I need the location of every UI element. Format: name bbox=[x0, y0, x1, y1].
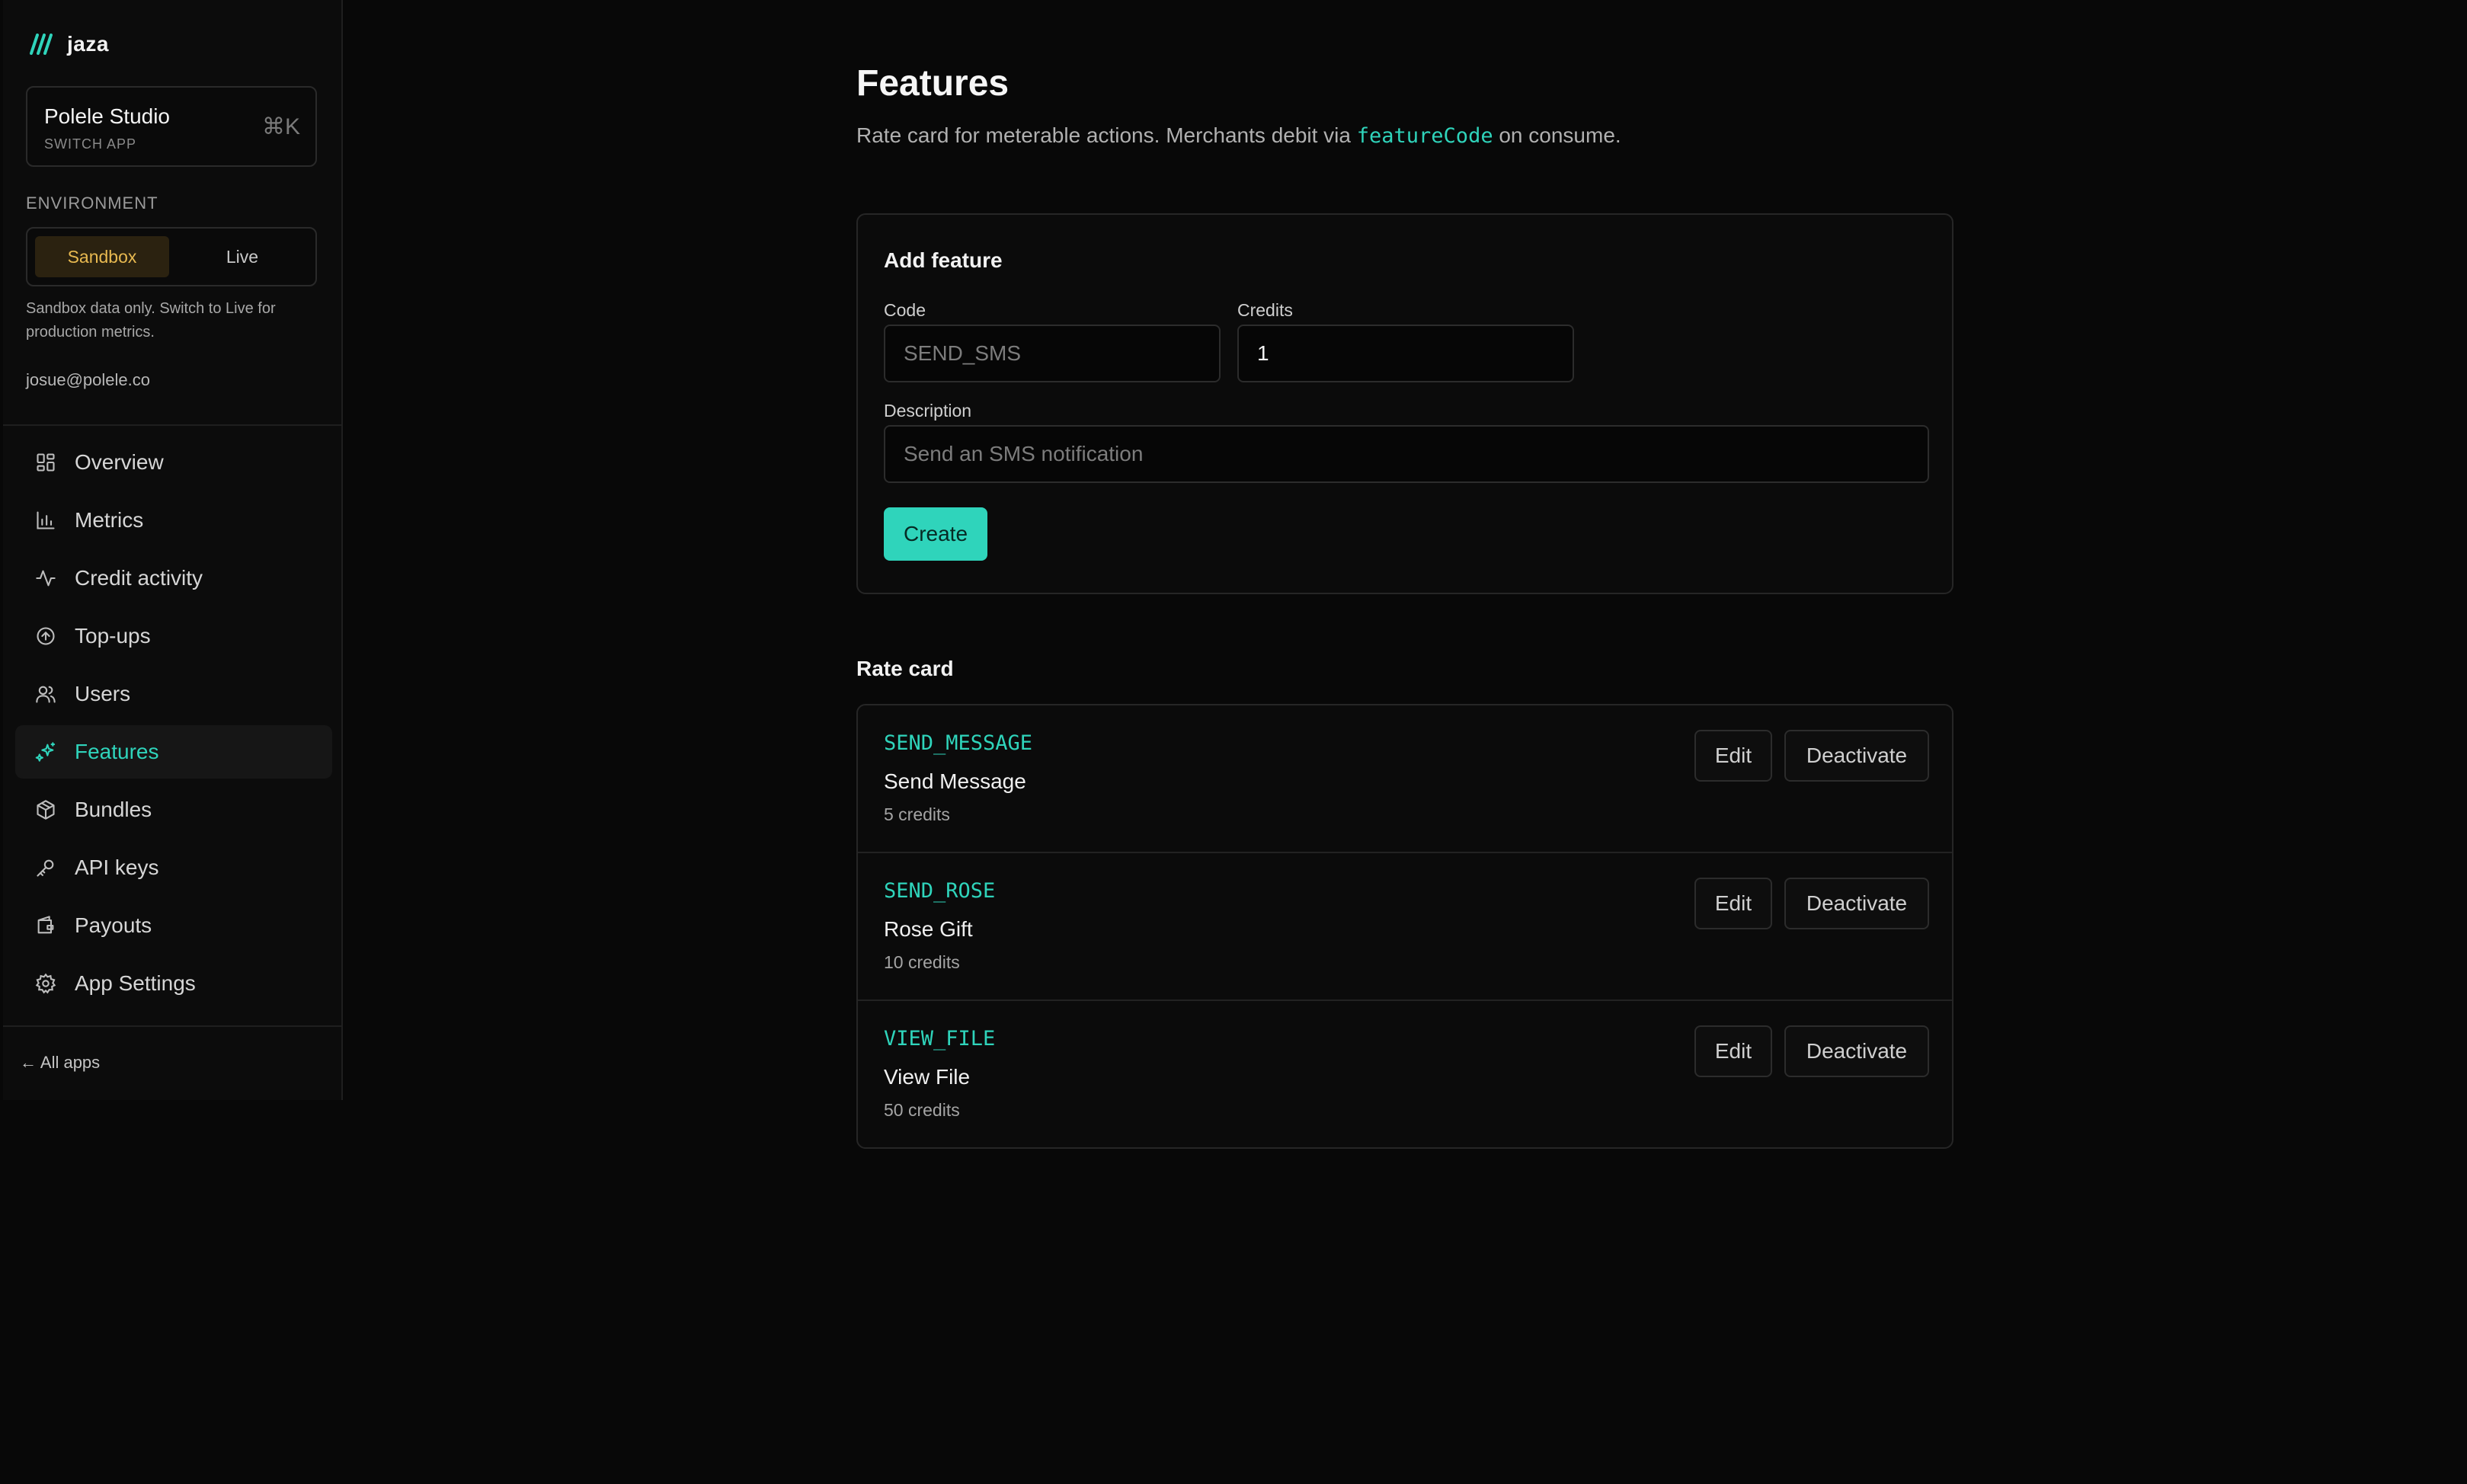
credits-label: Credits bbox=[1237, 300, 1293, 320]
sidebar-item-app-settings[interactable]: App Settings bbox=[15, 957, 332, 1010]
sidebar-item-overview[interactable]: Overview bbox=[15, 436, 332, 489]
sidebar-divider bbox=[3, 1025, 343, 1027]
feature-credits: 50 credits bbox=[884, 1100, 960, 1120]
package-icon bbox=[34, 798, 58, 822]
sidebar-nav: Overview Metrics Credit activity Top-ups… bbox=[15, 436, 332, 1015]
sparkles-icon bbox=[34, 740, 58, 764]
sidebar-item-label: Credit activity bbox=[75, 566, 203, 590]
sidebar-item-label: Payouts bbox=[75, 913, 152, 937]
add-feature-title: Add feature bbox=[884, 248, 1003, 272]
users-icon bbox=[34, 682, 58, 706]
app-switcher[interactable]: Polele Studio SWITCH APP ⌘K bbox=[26, 86, 317, 167]
sidebar-item-label: App Settings bbox=[75, 971, 196, 995]
feature-credits: 5 credits bbox=[884, 804, 950, 824]
arrow-up-circle-icon bbox=[34, 624, 58, 648]
bar-chart-icon bbox=[34, 508, 58, 533]
sidebar-item-bundles[interactable]: Bundles bbox=[15, 783, 332, 836]
description-label: Description bbox=[884, 401, 972, 421]
wallet-icon bbox=[34, 913, 58, 938]
feature-name: Rose Gift bbox=[884, 917, 973, 941]
feature-code: SEND_MESSAGE bbox=[884, 731, 1033, 755]
sidebar-item-label: Users bbox=[75, 682, 131, 705]
description-input[interactable] bbox=[884, 425, 1929, 483]
sidebar-item-top-ups[interactable]: Top-ups bbox=[15, 609, 332, 663]
feature-name: Send Message bbox=[884, 769, 1026, 793]
rate-card-title: Rate card bbox=[856, 657, 954, 680]
deactivate-button[interactable]: Deactivate bbox=[1784, 1025, 1929, 1077]
sidebar-item-label: Bundles bbox=[75, 798, 152, 821]
jaza-logo-icon bbox=[29, 34, 55, 55]
feature-code-token: featureCode bbox=[1356, 124, 1493, 148]
sidebar-item-label: Top-ups bbox=[75, 624, 151, 648]
list-item: SEND_ROSE Rose Gift 10 credits Edit Deac… bbox=[858, 853, 1952, 1001]
sidebar-item-label: Overview bbox=[75, 450, 164, 474]
list-item: VIEW_FILE View File 50 credits Edit Deac… bbox=[858, 1001, 1952, 1147]
edit-button[interactable]: Edit bbox=[1694, 730, 1772, 782]
sidebar-item-label: Features bbox=[75, 740, 159, 763]
env-option-sandbox[interactable]: Sandbox bbox=[35, 236, 169, 277]
feature-code: SEND_ROSE bbox=[884, 879, 996, 903]
all-apps-link[interactable]: ← All apps bbox=[20, 1053, 100, 1073]
rate-card-list: SEND_MESSAGE Send Message 5 credits Edit… bbox=[856, 704, 1953, 1149]
list-item: SEND_MESSAGE Send Message 5 credits Edit… bbox=[858, 705, 1952, 853]
brand[interactable]: jaza bbox=[29, 32, 109, 56]
brand-name: jaza bbox=[67, 32, 109, 56]
app-window: jaza Polele Studio SWITCH APP ⌘K ENVIRON… bbox=[0, 0, 2467, 1484]
command-k-shortcut: ⌘K bbox=[261, 114, 300, 139]
add-feature-card: Add feature Code Credits Description Cre… bbox=[856, 213, 1953, 594]
code-input[interactable] bbox=[884, 325, 1221, 382]
subtitle-text: Rate card for meterable actions. Merchan… bbox=[856, 123, 1357, 147]
sidebar-item-metrics[interactable]: Metrics bbox=[15, 494, 332, 547]
feature-name: View File bbox=[884, 1065, 971, 1089]
dashboard-icon bbox=[34, 450, 58, 475]
activity-icon bbox=[34, 566, 58, 590]
credits-input[interactable] bbox=[1237, 325, 1574, 382]
edit-button[interactable]: Edit bbox=[1694, 1025, 1772, 1077]
environment-toggle: Sandbox Live bbox=[26, 227, 317, 286]
page-subtitle: Rate card for meterable actions. Merchan… bbox=[856, 123, 1621, 148]
sidebar: jaza Polele Studio SWITCH APP ⌘K ENVIRON… bbox=[3, 0, 343, 1100]
sidebar-item-features[interactable]: Features bbox=[15, 725, 332, 779]
edit-button[interactable]: Edit bbox=[1694, 878, 1772, 929]
sidebar-divider bbox=[3, 424, 343, 426]
create-button[interactable]: Create bbox=[884, 507, 987, 561]
sidebar-item-label: Metrics bbox=[75, 508, 144, 532]
environment-label: ENVIRONMENT bbox=[26, 193, 158, 213]
env-option-live[interactable]: Live bbox=[175, 236, 309, 277]
feature-credits: 10 credits bbox=[884, 952, 960, 972]
environment-note: Sandbox data only. Switch to Live for pr… bbox=[26, 300, 276, 341]
user-email: josue@polele.co bbox=[26, 370, 150, 389]
sidebar-item-label: API keys bbox=[75, 856, 159, 879]
code-label: Code bbox=[884, 300, 926, 320]
sidebar-item-credit-activity[interactable]: Credit activity bbox=[15, 552, 332, 605]
sidebar-item-users[interactable]: Users bbox=[15, 667, 332, 721]
switch-app-label: SWITCH APP bbox=[44, 136, 137, 152]
deactivate-button[interactable]: Deactivate bbox=[1784, 730, 1929, 782]
subtitle-text: on consume. bbox=[1493, 123, 1621, 147]
sidebar-item-api-keys[interactable]: API keys bbox=[15, 841, 332, 894]
sidebar-item-payouts[interactable]: Payouts bbox=[15, 899, 332, 952]
feature-code: VIEW_FILE bbox=[884, 1027, 996, 1051]
deactivate-button[interactable]: Deactivate bbox=[1784, 878, 1929, 929]
key-icon bbox=[34, 856, 58, 880]
app-name: Polele Studio bbox=[44, 104, 171, 128]
page-title: Features bbox=[856, 63, 1010, 104]
gear-icon bbox=[34, 971, 58, 996]
